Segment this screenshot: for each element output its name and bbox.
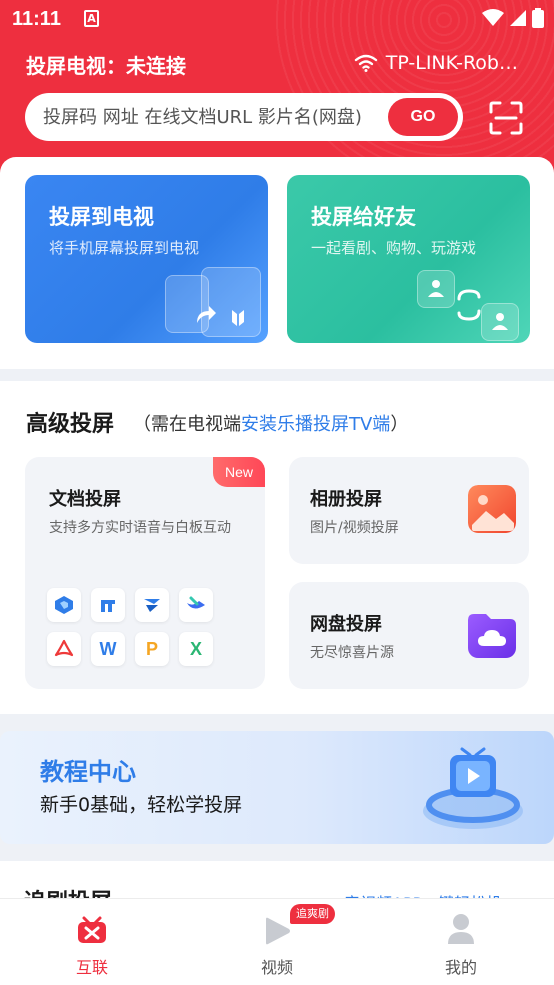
tab-connect[interactable]: 互联 bbox=[32, 899, 152, 985]
tutorial-banner[interactable] bbox=[0, 731, 554, 844]
tv-play-illustration-icon bbox=[423, 747, 523, 829]
album-cast-description: 图片/视频投屏 bbox=[310, 520, 399, 536]
go-button[interactable]: GO bbox=[388, 98, 458, 136]
search-input[interactable] bbox=[43, 93, 383, 141]
advanced-note-suffix: ） bbox=[390, 414, 409, 435]
connection-title: 投屏电视：未连接 bbox=[26, 54, 186, 78]
excel-icon: X bbox=[179, 632, 213, 666]
advanced-note: （需在电视端安装乐播投屏TV端） bbox=[133, 410, 408, 436]
cast-to-tv-subtitle: 将手机屏幕投屏到电视 bbox=[49, 239, 200, 257]
cloud-cast-title: 网盘投屏 bbox=[310, 614, 382, 635]
cast-to-friend-title: 投屏给好友 bbox=[311, 205, 416, 229]
tutorial-title: 教程中心 bbox=[40, 758, 136, 786]
pages-icon bbox=[91, 588, 125, 622]
ppt-icon: P bbox=[135, 632, 169, 666]
document-cast-card[interactable]: New 文档投屏 支持多方实时语音与白板互动 W P X bbox=[25, 457, 265, 689]
advanced-note-prefix: （需在电视端 bbox=[133, 414, 241, 435]
cell-signal-icon bbox=[510, 10, 526, 26]
document-cast-title: 文档投屏 bbox=[49, 489, 121, 510]
new-badge: New bbox=[213, 457, 265, 487]
cast-to-tv-title: 投屏到电视 bbox=[49, 205, 154, 229]
lark-icon bbox=[179, 588, 213, 622]
album-cast-card[interactable]: 相册投屏 图片/视频投屏 bbox=[289, 457, 529, 564]
tab-connect-label: 互联 bbox=[75, 958, 108, 977]
word-icon: W bbox=[91, 632, 125, 666]
connect-tv-icon bbox=[78, 916, 106, 943]
swap-icon bbox=[457, 289, 481, 321]
user-icon bbox=[448, 914, 474, 944]
scan-icon[interactable] bbox=[487, 99, 525, 137]
cast-arrow-icon bbox=[197, 306, 216, 323]
pdf-icon bbox=[47, 632, 81, 666]
battery-icon bbox=[532, 8, 544, 28]
person-icon bbox=[428, 280, 444, 297]
status-icons bbox=[482, 8, 544, 28]
play-mark-icon bbox=[232, 310, 244, 326]
tab-mine[interactable]: 我的 bbox=[401, 899, 521, 985]
cloud-cast-card[interactable]: 网盘投屏 无尽惊喜片源 bbox=[289, 582, 529, 689]
advanced-title: 高级投屏 bbox=[26, 412, 115, 437]
tutorial-subtitle: 新手0基础，轻松学投屏 bbox=[40, 794, 243, 816]
wifi-signal-icon bbox=[482, 9, 504, 26]
search-bar: GO bbox=[25, 93, 463, 141]
album-cast-title: 相册投屏 bbox=[310, 489, 382, 510]
cloud-folder-icon bbox=[468, 614, 516, 658]
cast-to-tv-card[interactable]: 投屏到电视 将手机屏幕投屏到电视 bbox=[25, 175, 268, 343]
bottom-tab-bar: 互联 视频 我的 bbox=[0, 898, 554, 985]
document-cast-description: 支持多方实时语音与白板互动 bbox=[49, 520, 231, 536]
cloud-cast-description: 无尽惊喜片源 bbox=[310, 645, 394, 661]
docs-icon bbox=[47, 588, 81, 622]
install-tv-link[interactable]: 安装乐播投屏TV端 bbox=[241, 414, 390, 435]
photo-icon bbox=[468, 485, 516, 533]
connection-row: 投屏电视：未连接 TP-LINK-Rob… bbox=[26, 50, 528, 82]
wifi-selector[interactable]: TP-LINK-Rob… bbox=[354, 52, 518, 74]
notification-icon: A bbox=[84, 10, 99, 27]
wifi-icon bbox=[354, 54, 377, 72]
person-icon-2 bbox=[492, 313, 508, 330]
play-icon bbox=[266, 917, 290, 945]
status-time: 11:11 bbox=[12, 8, 61, 30]
feishu-icon bbox=[135, 588, 169, 622]
tab-mine-label: 我的 bbox=[444, 958, 477, 977]
video-tab-badge: 追爽剧 bbox=[290, 904, 335, 924]
cast-to-friend-card[interactable]: 投屏给好友 一起看剧、购物、玩游戏 bbox=[287, 175, 530, 343]
status-bar: 11:11 A bbox=[0, 0, 554, 38]
tab-video-label: 视频 bbox=[260, 958, 293, 977]
cast-to-friend-subtitle: 一起看剧、购物、玩游戏 bbox=[311, 239, 477, 257]
wifi-name: TP-LINK-Rob… bbox=[385, 52, 518, 74]
